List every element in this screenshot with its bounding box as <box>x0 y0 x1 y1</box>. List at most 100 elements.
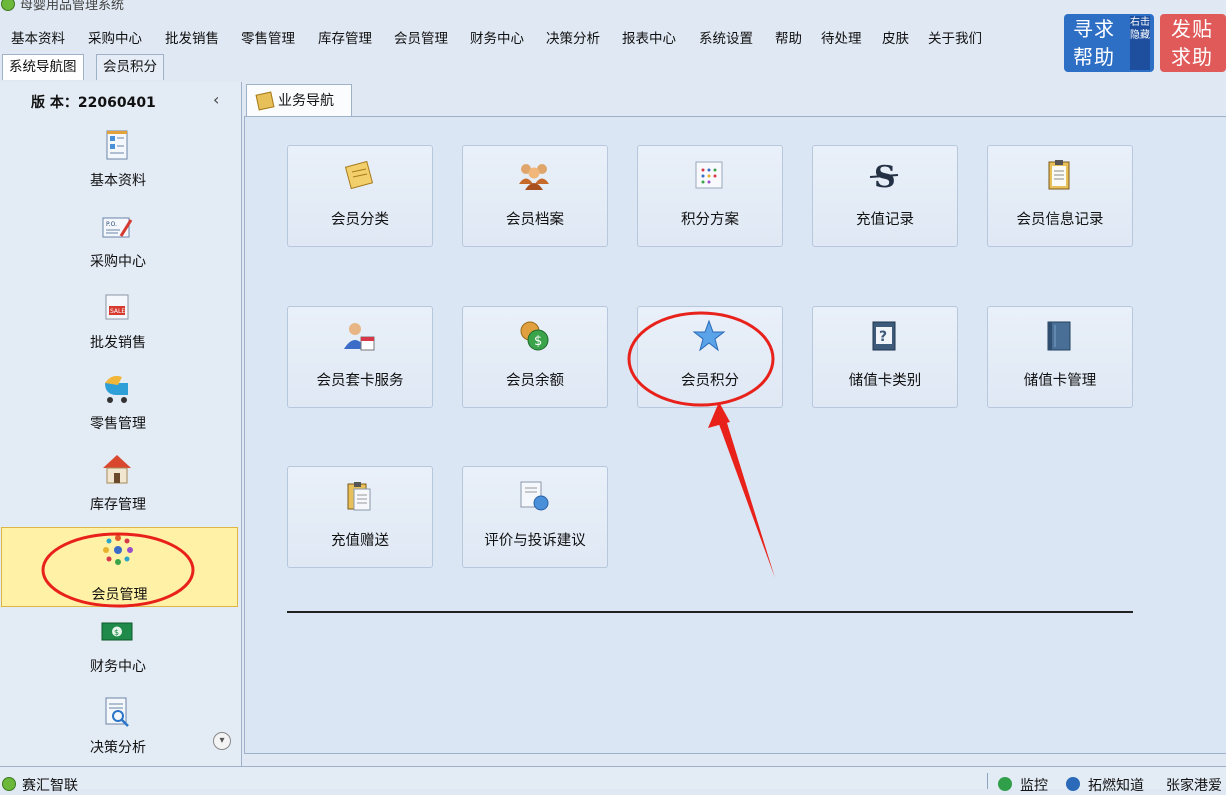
tile-label-recharge-gift: 充值赠送 <box>331 533 389 549</box>
menu-item-basic-data[interactable]: 基本资料 <box>11 27 65 47</box>
dotted-grid-icon <box>695 161 723 189</box>
tile-member-category[interactable]: 会员分类 <box>287 145 433 247</box>
svg-text:$: $ <box>534 334 542 349</box>
sidebar-item-members[interactable]: 会员管理 <box>1 527 238 607</box>
tile-member-info-record[interactable]: 会员信息记录 <box>987 145 1133 247</box>
members-circle-icon <box>103 535 133 565</box>
menu-item-skin[interactable]: 皮肤 <box>882 27 909 47</box>
tab-member-points[interactable]: 会员积分 <box>96 54 164 80</box>
sidebar-scroll-down-button[interactable]: ▾ <box>213 732 231 750</box>
tab-business-nav[interactable]: 业务导航 <box>246 84 352 117</box>
document-person-icon <box>520 481 549 511</box>
sidebar-item-finance[interactable]: $ 财务中心 <box>0 614 238 694</box>
tile-label-member-points: 会员积分 <box>681 373 739 389</box>
monitor-icon <box>998 777 1012 791</box>
menu-bar: 基本资料 采购中心 批发销售 零售管理 库存管理 会员管理 财务中心 决策分析 … <box>0 14 1060 54</box>
status-monitor[interactable]: 监控 <box>1020 775 1048 795</box>
book-icon <box>1047 321 1071 351</box>
purchase-order-icon: P.O. <box>102 217 133 238</box>
tile-label-stored-card-management: 储值卡管理 <box>1023 373 1097 389</box>
sidebar-label-basic-data: 基本资料 <box>90 173 146 189</box>
seek-help-line1: 寻求 <box>1073 17 1115 41</box>
menu-item-purchase[interactable]: 采购中心 <box>88 27 142 47</box>
tile-points-scheme[interactable]: 积分方案 <box>637 145 783 247</box>
tile-recharge-gift[interactable]: 充值赠送 <box>287 466 433 568</box>
window-title: 母婴用品管理系统 <box>20 0 125 13</box>
status-company: 赛汇智联 <box>22 778 78 794</box>
svg-text:P.O.: P.O. <box>106 221 117 228</box>
tile-label-points-scheme: 积分方案 <box>681 212 739 228</box>
tile-review-complaint[interactable]: 评价与投诉建议 <box>462 466 608 568</box>
tab-system-nav[interactable]: 系统导航图 <box>2 54 84 80</box>
svg-text:?: ? <box>879 329 887 345</box>
tile-recharge-record[interactable]: S 充值记录 <box>812 145 958 247</box>
tile-member-profile[interactable]: 会员档案 <box>462 145 608 247</box>
menu-item-wholesale[interactable]: 批发销售 <box>165 27 219 47</box>
tile-label-stored-card-type: 储值卡类别 <box>848 373 922 389</box>
sale-tag-icon: SALE <box>105 294 129 320</box>
menu-item-inventory[interactable]: 库存管理 <box>318 27 372 47</box>
svg-text:SALE: SALE <box>110 308 125 315</box>
menu-item-pending[interactable]: 待处理 <box>821 27 862 47</box>
menu-item-members[interactable]: 会员管理 <box>394 27 448 47</box>
menu-item-help[interactable]: 帮助 <box>775 27 802 47</box>
menu-item-retail[interactable]: 零售管理 <box>241 27 295 47</box>
sidebar-label-purchase: 采购中心 <box>90 254 146 270</box>
seek-help-line2: 帮助 <box>1073 45 1115 69</box>
company-logo-icon <box>2 777 16 791</box>
status-region: 张家港爱 <box>1166 778 1222 794</box>
tile-stored-card-type[interactable]: ? 储值卡类别 <box>812 306 958 408</box>
content-divider <box>287 611 1133 613</box>
tile-stored-card-management[interactable]: 储值卡管理 <box>987 306 1133 408</box>
tile-label-member-profile: 会员档案 <box>506 212 564 228</box>
version-label: 版 本：22060401 <box>31 95 156 111</box>
sidebar-item-inventory[interactable]: 库存管理 <box>0 452 238 532</box>
tile-member-balance[interactable]: $ 会员余额 <box>462 306 608 408</box>
clipboard-doc-icon <box>347 482 371 511</box>
menu-item-finance[interactable]: 财务中心 <box>470 27 524 47</box>
status-bar: 赛汇智联 监控 拓燃知道 张家港爱 <box>0 766 1226 794</box>
tile-label-member-info-record: 会员信息记录 <box>1016 212 1104 228</box>
status-separator <box>987 773 988 789</box>
sidebar-label-decision: 决策分析 <box>90 740 146 756</box>
tile-label-member-category: 会员分类 <box>331 212 389 228</box>
title-bar: 母婴用品管理系统 <box>0 0 1226 14</box>
people-group-icon <box>519 164 549 190</box>
status-knowledge[interactable]: 拓燃知道 <box>1088 775 1144 795</box>
notepad-tab-icon <box>255 91 275 111</box>
app-logo-icon <box>1 0 15 11</box>
top-tab-strip: 系统导航图 会员积分 <box>0 54 1060 80</box>
svg-text:$: $ <box>114 628 119 637</box>
menu-item-about[interactable]: 关于我们 <box>928 27 982 47</box>
note-pad-icon <box>344 160 374 190</box>
post-help-button[interactable]: 发贴 求助 <box>1160 14 1226 72</box>
document-form-icon <box>106 130 128 160</box>
sidebar-label-retail: 零售管理 <box>90 416 146 432</box>
report-magnifier-icon <box>105 697 129 727</box>
sidebar-item-basic-data[interactable]: 基本资料 <box>0 128 238 208</box>
right-click-hide-label[interactable]: 右击隐藏 <box>1130 16 1150 70</box>
user-calendar-icon <box>344 323 375 351</box>
sidebar-item-purchase[interactable]: P.O. 采购中心 <box>0 209 238 289</box>
info-icon <box>1066 777 1080 791</box>
sidebar-item-decision[interactable]: 决策分析 <box>0 695 238 775</box>
tile-label-member-balance: 会员余额 <box>506 373 564 389</box>
seek-help-button[interactable]: 寻求 帮助 右击隐藏 <box>1064 14 1154 72</box>
sidebar-item-wholesale[interactable]: SALE 批发销售 <box>0 290 238 370</box>
tab-business-nav-label: 业务导航 <box>278 93 334 109</box>
coins-icon: $ <box>520 321 549 351</box>
tile-member-card-service[interactable]: 会员套卡服务 <box>287 306 433 408</box>
menu-item-settings[interactable]: 系统设置 <box>699 27 753 47</box>
sidebar-item-retail[interactable]: 零售管理 <box>0 371 238 451</box>
clipboard-icon <box>1048 160 1070 190</box>
tile-label-member-card-service: 会员套卡服务 <box>316 373 404 389</box>
menu-item-decision[interactable]: 决策分析 <box>546 27 600 47</box>
tile-member-points[interactable]: 会员积分 <box>637 306 783 408</box>
tile-label-review-complaint: 评价与投诉建议 <box>484 533 586 549</box>
collapse-chevron-icon[interactable]: ‹ <box>213 90 219 109</box>
post-help-line1: 发贴 <box>1171 17 1213 41</box>
sidebar: 版 本：22060401 ‹ 基本资料 P.O. 采购中心 SALE 批发销售 <box>0 82 242 766</box>
sidebar-label-members: 会员管理 <box>91 587 148 603</box>
help-book-icon: ? <box>872 321 896 351</box>
menu-item-reports[interactable]: 报表中心 <box>622 27 676 47</box>
